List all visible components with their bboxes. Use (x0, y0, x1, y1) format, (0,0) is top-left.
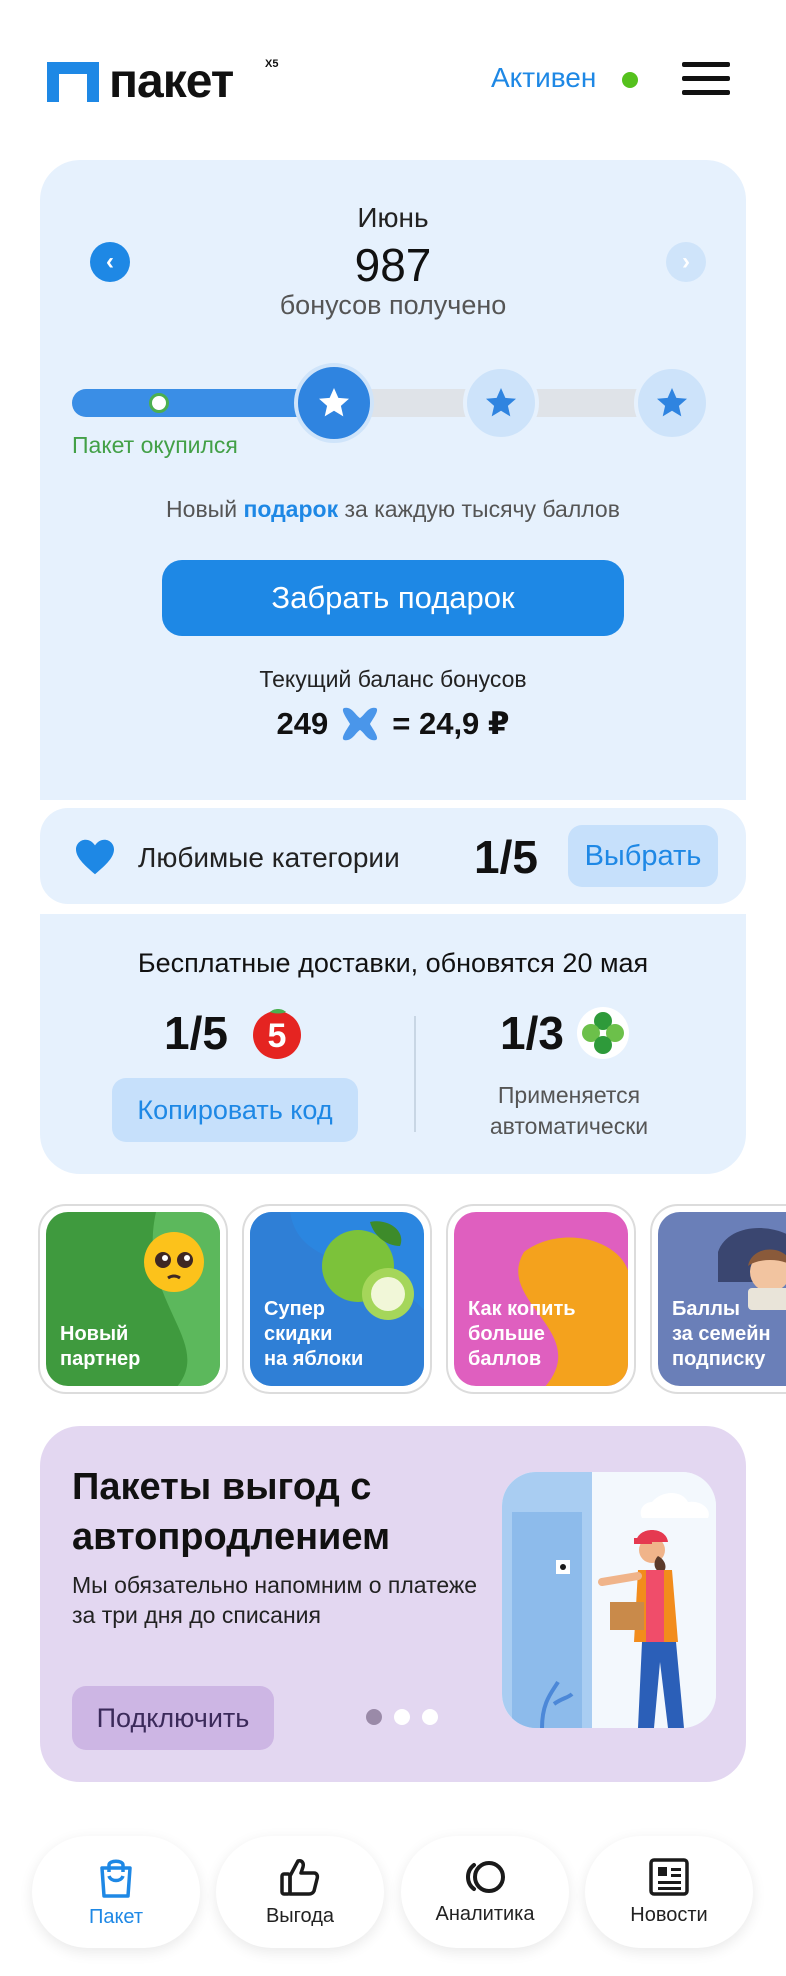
month-label: Июнь (357, 202, 429, 233)
balance-row: 249 = 24,9 ₽ (40, 704, 746, 744)
pyaterochka-delivery-count: 1/5 (164, 1007, 228, 1059)
thumbs-up-icon (280, 1858, 320, 1896)
heart-icon (76, 839, 114, 875)
perekrestok-delivery-count: 1/3 (500, 1007, 564, 1059)
bonus-caption: бонусов получено (279, 290, 507, 320)
story-earn-more-points[interactable]: Как копить больше баллов (446, 1204, 636, 1394)
delivery-divider (414, 1016, 416, 1132)
auto-renewal-banner[interactable]: Пакеты выгод с автопродлением Мы обязате… (40, 1426, 746, 1782)
nav-tab-label: Новости (630, 1903, 708, 1926)
nav-tab-news[interactable]: Новости (585, 1836, 753, 1948)
pagination-dot[interactable] (366, 1709, 382, 1725)
pagination-dot[interactable] (394, 1709, 410, 1725)
bonus-amount: 987 (354, 239, 432, 291)
story-caption: Новый партнер (60, 1323, 141, 1370)
balance-rubles: = 24,9 ₽ (392, 706, 510, 741)
menu-button[interactable] (682, 62, 730, 96)
newspaper-icon (649, 1857, 689, 1896)
milestone-1000 (294, 363, 374, 443)
choose-categories-button[interactable]: Выбрать (568, 825, 718, 887)
pyaterochka-logo-icon: 5 (253, 1009, 301, 1059)
logo-text: пакет (109, 55, 234, 108)
logo-mark-icon (47, 62, 99, 102)
delivery-title: Бесплатные доставки, обновятся 20 мая (137, 948, 649, 978)
star-icon (486, 388, 516, 417)
banner-title: Пакеты выгод с автопродлением (72, 1466, 391, 1558)
nav-tab-analytics[interactable]: Аналитика (401, 1836, 569, 1948)
app-header: пакет X5 Активен (0, 0, 786, 160)
bag-icon (100, 1859, 132, 1898)
nav-tab-paket[interactable]: Пакет (32, 1836, 200, 1948)
banner-pagination[interactable] (366, 1709, 438, 1725)
star-icon (657, 388, 687, 417)
status-label: Активен (491, 62, 597, 93)
story-caption: Супер скидки на яблоки (264, 1298, 364, 1370)
star-icon (319, 388, 349, 417)
analytics-icon (466, 1860, 505, 1893)
gift-info-text: Новый подарок за каждую тысячу баллов (166, 496, 620, 522)
gift-link[interactable]: подарок (243, 496, 338, 522)
milestone-2000 (463, 365, 539, 441)
nav-tab-label: Пакет (88, 1905, 144, 1928)
auto-apply-text: Применяется автоматически (489, 1082, 649, 1139)
status-dot-icon (622, 72, 638, 88)
nav-tab-label: Аналитика (435, 1902, 535, 1925)
bonus-card: Июнь ‹ › 987 бонусов получено Пакет окуп… (40, 160, 746, 800)
stories-carousel[interactable]: Новый партнер Супер скидки на яблоки Как ко… (38, 1204, 786, 1394)
courier-icon (502, 1472, 716, 1728)
free-delivery-card: Бесплатные доставки, обновятся 20 мая 1/… (40, 914, 746, 1174)
story-new-partner[interactable]: Новый партнер (38, 1204, 228, 1394)
milestone-3000 (634, 365, 710, 441)
favorite-categories-count: 1/5 (474, 831, 538, 883)
story-family-subscription[interactable]: Баллы за семейн подписку (650, 1204, 786, 1394)
paket-logo: пакет X5 (47, 55, 278, 108)
perekrestok-logo-icon (577, 1007, 629, 1059)
copy-code-button[interactable]: Копировать код (112, 1078, 358, 1142)
svg-text:5: 5 (268, 1017, 287, 1055)
nav-tab-vygoda[interactable]: Выгода (216, 1836, 384, 1948)
balance-title: Текущий баланс бонусов (259, 666, 527, 692)
pleading-face-icon (144, 1232, 204, 1292)
bottom-navigation: Пакет Выгода Аналитика Новости (0, 1836, 786, 1956)
nav-tab-label: Выгода (265, 1904, 335, 1927)
bonus-coin-icon (343, 707, 378, 741)
courier-illustration (502, 1472, 716, 1728)
favorite-categories-card: Любимые категории 1/5 Выбрать (40, 808, 746, 904)
balance-points: 249 (276, 706, 329, 741)
pagination-dot[interactable] (422, 1709, 438, 1725)
progress-paid-marker (149, 393, 169, 413)
logo-x5-badge: X5 (265, 58, 279, 70)
paid-off-label: Пакет окупился (72, 432, 238, 458)
claim-gift-button[interactable]: Забрать подарок (162, 560, 624, 636)
story-caption: Как копить больше баллов (468, 1298, 576, 1370)
banner-subtitle: Мы обязательно напомним о платеже за три… (72, 1572, 478, 1628)
connect-button[interactable]: Подключить (72, 1686, 274, 1750)
story-caption: Баллы за семейн подписку (672, 1298, 771, 1370)
favorite-categories-label: Любимые категории (138, 842, 400, 873)
story-apple-discounts[interactable]: Супер скидки на яблоки (242, 1204, 432, 1394)
